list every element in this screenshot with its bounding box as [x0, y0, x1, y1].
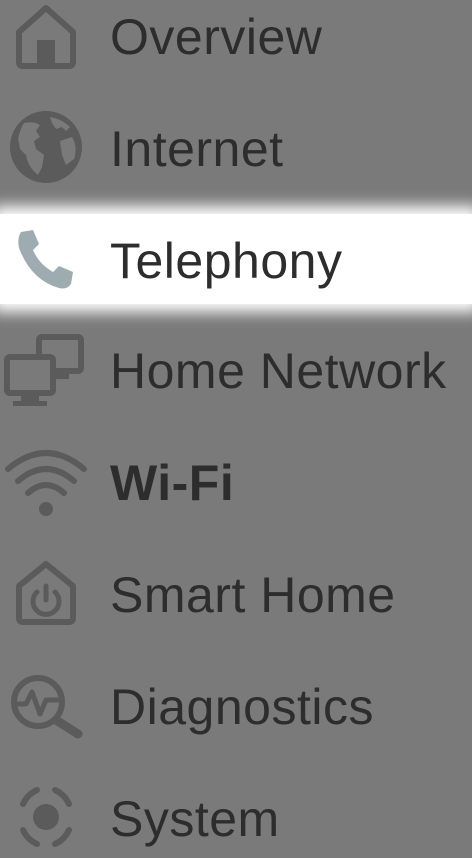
- menu-item-label: Telephony: [110, 233, 343, 289]
- home-network-icon: [0, 324, 92, 414]
- menu-item-label: Overview: [110, 9, 323, 65]
- menu-item-label: System: [110, 791, 280, 847]
- wifi-icon: [0, 436, 92, 526]
- menu-item-label: Wi-Fi: [110, 455, 235, 511]
- navigation-menu: Overview Internet Telephony Home Network…: [0, 0, 472, 858]
- menu-item-diagnostics[interactable]: Diagnostics: [0, 660, 472, 750]
- diagnostics-icon: [0, 660, 92, 750]
- menu-item-system[interactable]: System: [0, 772, 472, 858]
- menu-item-label: Smart Home: [110, 567, 396, 623]
- menu-item-wifi[interactable]: Wi-Fi: [0, 436, 472, 526]
- menu-item-home-network[interactable]: Home Network: [0, 324, 472, 414]
- phone-icon: [0, 214, 92, 304]
- menu-item-label: Diagnostics: [110, 679, 374, 735]
- smart-home-icon: [0, 548, 92, 638]
- home-icon: [0, 0, 92, 82]
- menu-item-label: Internet: [110, 121, 284, 177]
- menu-item-label: Home Network: [110, 343, 447, 399]
- globe-icon: [0, 102, 92, 192]
- menu-item-internet[interactable]: Internet: [0, 102, 472, 192]
- menu-item-telephony[interactable]: Telephony: [0, 214, 472, 304]
- menu-item-overview[interactable]: Overview: [0, 0, 472, 82]
- system-icon: [0, 772, 92, 858]
- menu-item-smart-home[interactable]: Smart Home: [0, 548, 472, 638]
